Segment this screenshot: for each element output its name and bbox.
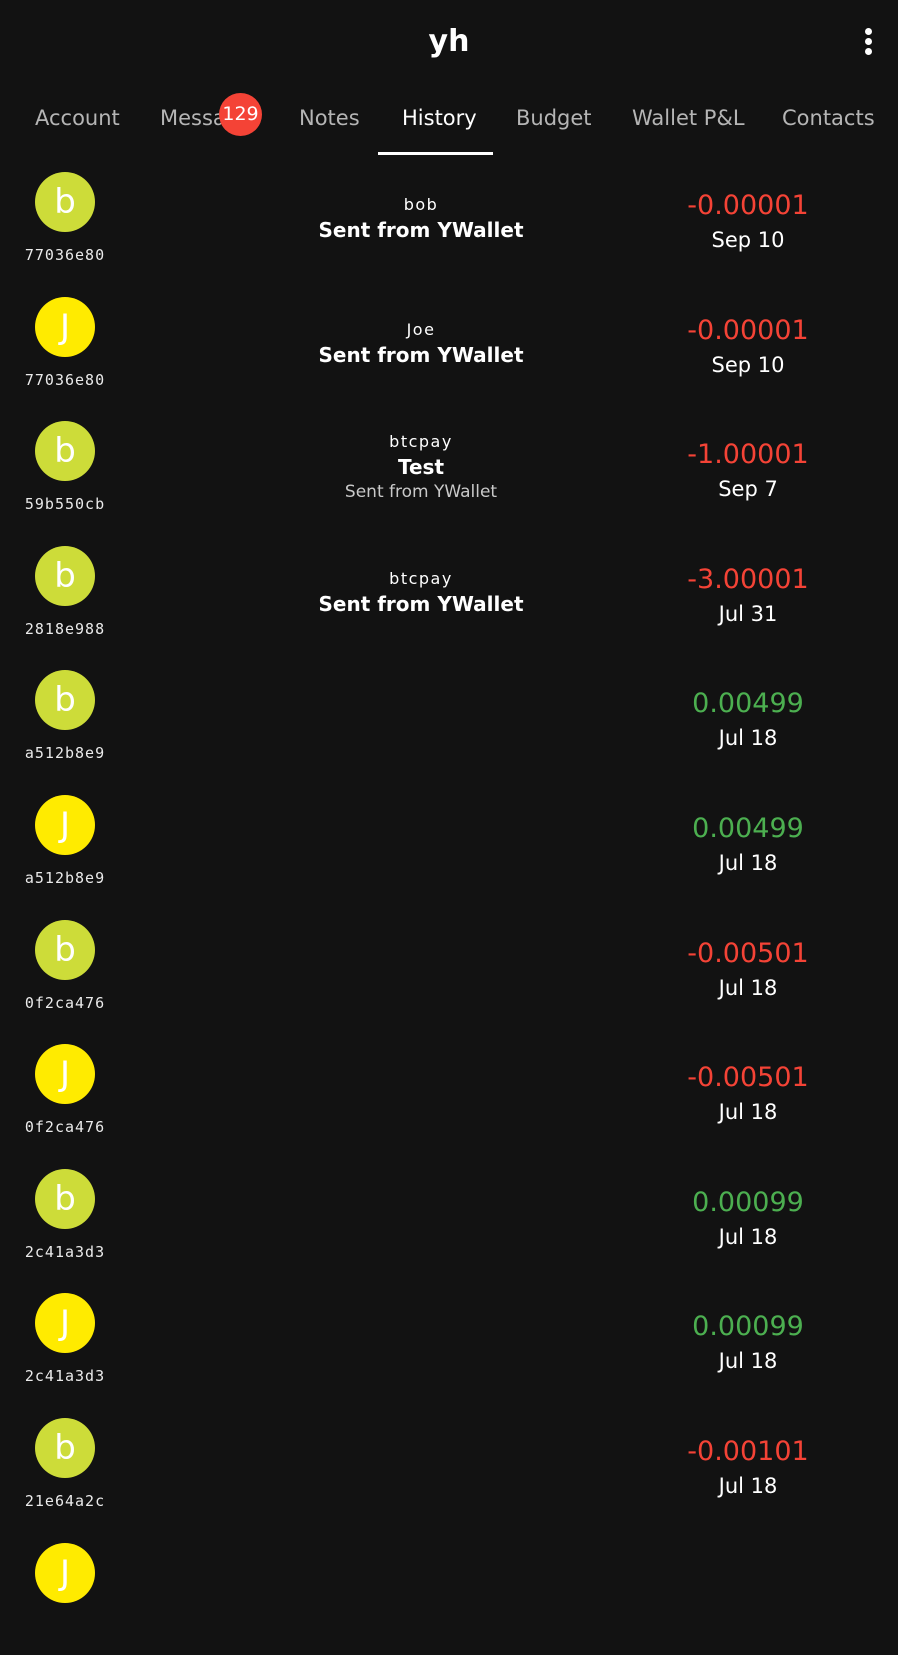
memo-subject: Test bbox=[397, 455, 444, 480]
app-bar: yh bbox=[0, 0, 898, 88]
transaction-row[interactable]: b 77036e80 bob Sent from YWallet -0.00001 Sep… bbox=[0, 160, 898, 285]
tx-amount: 0.00499 bbox=[692, 688, 804, 720]
contact-avatar: J bbox=[35, 296, 95, 357]
contact-avatar: b bbox=[35, 172, 95, 232]
memo-subject: Sent from YWallet bbox=[318, 591, 524, 616]
tx-amount: 0.00099 bbox=[692, 1311, 804, 1343]
tx-amount: -0.00001 bbox=[687, 314, 809, 346]
tx-amount: -0.00001 bbox=[687, 190, 809, 221]
memo-sender: btcpay bbox=[389, 568, 453, 588]
contact-avatar: J bbox=[35, 1542, 95, 1603]
tx-amount: -3.00001 bbox=[687, 563, 809, 595]
memo: btcpay Sent from YWallet bbox=[221, 569, 621, 616]
tx-amount: -0.00501 bbox=[687, 1062, 809, 1094]
tx-id: 0f2ca476 bbox=[24, 1118, 106, 1137]
tx-id: 2c41a3d3 bbox=[24, 1367, 106, 1386]
memo-sender: btcpay bbox=[389, 432, 453, 452]
transaction-list: b 77036e80 bob Sent from YWallet -0.00001 Sep… bbox=[0, 160, 898, 1655]
contact-avatar: b bbox=[35, 1168, 95, 1229]
transaction-row[interactable]: b 2c41a3d3 0.00099 Jul 18 bbox=[0, 1157, 898, 1282]
tx-date: Jul 18 bbox=[718, 850, 778, 875]
transaction-row[interactable]: b a512b8e9 0.00499 Jul 18 bbox=[0, 658, 898, 783]
memo: btcpay Test Sent from YWallet bbox=[221, 432, 621, 502]
tx-date: Sep 7 bbox=[718, 477, 778, 502]
tab-budget[interactable]: Budget bbox=[516, 106, 592, 130]
active-tab-indicator bbox=[378, 152, 493, 155]
tab-contacts[interactable]: Contacts bbox=[782, 106, 875, 130]
tx-date: Jul 18 bbox=[718, 726, 778, 751]
tx-date: Jul 18 bbox=[718, 1100, 778, 1125]
tx-amount: -0.00101 bbox=[687, 1435, 809, 1467]
tx-id: a512b8e9 bbox=[24, 868, 106, 887]
transaction-row[interactable]: J 2c41a3d3 0.00099 Jul 18 bbox=[0, 1281, 898, 1406]
contact-avatar: b bbox=[35, 545, 95, 606]
tab-wallet-pnl[interactable]: Wallet P&L bbox=[632, 106, 745, 130]
contact-avatar: b bbox=[35, 670, 95, 731]
tx-date: Jul 18 bbox=[718, 975, 778, 1000]
contact-avatar: J bbox=[35, 1293, 95, 1354]
messages-unread-badge: 129 bbox=[219, 93, 262, 136]
transaction-row[interactable]: b 21e64a2c -0.00101 Jul 18 bbox=[0, 1406, 898, 1531]
app-title: yh bbox=[428, 24, 470, 59]
tx-id: 0f2ca476 bbox=[24, 993, 106, 1012]
tab-account[interactable]: Account bbox=[35, 106, 120, 130]
tab-notes[interactable]: Notes bbox=[299, 106, 360, 130]
tx-id: 21e64a2c bbox=[24, 1491, 106, 1510]
tx-date: Jul 18 bbox=[718, 1349, 778, 1374]
tx-amount: -0.00501 bbox=[687, 937, 809, 969]
memo-sender: Joe bbox=[406, 319, 436, 339]
memo-subject: Sent from YWallet bbox=[318, 218, 524, 242]
tab-bar: Account Messages Notes History Budget Wa… bbox=[0, 88, 898, 158]
contact-avatar: b bbox=[35, 919, 95, 980]
transaction-row[interactable]: b 2818e988 btcpay Sent from YWallet -3.00001… bbox=[0, 534, 898, 659]
memo-subject: Sent from YWallet bbox=[318, 342, 524, 367]
contact-avatar: J bbox=[35, 1044, 95, 1105]
tx-amount: 0.00099 bbox=[692, 1186, 804, 1218]
tx-id: 59b550cb bbox=[24, 495, 106, 514]
transaction-row[interactable]: J bbox=[0, 1531, 898, 1655]
tx-date: Jul 18 bbox=[718, 1224, 778, 1249]
memo-sender: bob bbox=[403, 195, 439, 214]
contact-avatar: b bbox=[35, 1417, 95, 1478]
tx-id: 2818e988 bbox=[24, 619, 106, 638]
tx-id: 77036e80 bbox=[24, 246, 106, 264]
tab-history[interactable]: History bbox=[402, 106, 477, 130]
transaction-row[interactable]: J 0f2ca476 -0.00501 Jul 18 bbox=[0, 1032, 898, 1157]
transaction-row[interactable]: b 59b550cb btcpay Test Sent from YWallet -1.0… bbox=[0, 409, 898, 534]
tx-id: 77036e80 bbox=[24, 370, 106, 389]
memo: Joe Sent from YWallet bbox=[221, 320, 621, 367]
contact-avatar: b bbox=[35, 421, 95, 482]
memo-body: Sent from YWallet bbox=[344, 482, 498, 503]
tx-date: Jul 31 bbox=[718, 601, 778, 626]
transaction-row[interactable]: Ja512b8e9 0.00499 Jul 18 bbox=[0, 783, 898, 908]
tx-amount: 0.00499 bbox=[692, 812, 804, 844]
contact-avatar: J bbox=[35, 794, 95, 855]
tx-date: Sep 10 bbox=[711, 352, 785, 377]
tx-date: Jul 18 bbox=[718, 1473, 778, 1498]
memo: bob Sent from YWallet bbox=[221, 195, 621, 242]
tx-date: Sep 10 bbox=[711, 228, 785, 252]
transaction-row[interactable]: b 0f2ca476 -0.00501 Jul 18 bbox=[0, 908, 898, 1033]
tx-amount: -1.00001 bbox=[687, 439, 809, 471]
more-vert-icon[interactable] bbox=[856, 28, 880, 58]
tx-id: 2c41a3d3 bbox=[24, 1242, 106, 1261]
transaction-row[interactable]: J 77036e80 Joe Sent from YWallet -0.00001 Sep… bbox=[0, 285, 898, 410]
tx-id: a512b8e9 bbox=[24, 744, 106, 763]
